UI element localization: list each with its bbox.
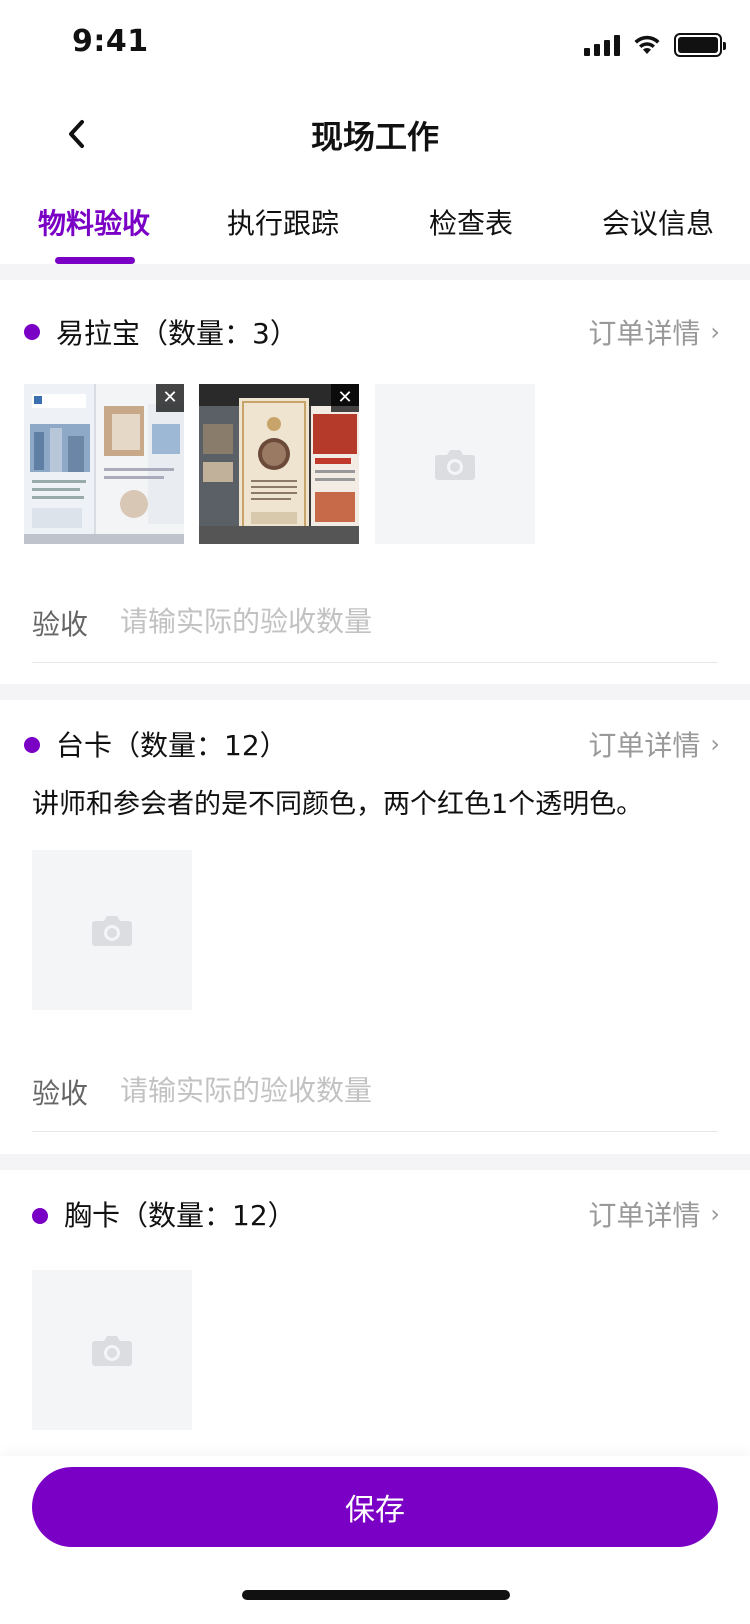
status-time: 9:41 [72,24,149,59]
add-photo-button[interactable] [375,384,535,544]
acceptance-label: 验收 [32,608,89,641]
delete-photo-button[interactable]: ✕ [331,384,359,412]
acceptance-row: 验收 [32,1052,718,1132]
page-title: 现场工作 [310,118,439,156]
tab-checklist[interactable]: 检查表 [429,202,513,242]
bullet-dot [32,1208,48,1224]
tab-meeting-info[interactable]: 会议信息 [602,202,714,242]
camera-icon [92,1336,132,1366]
acceptance-row: 验收 [32,583,718,663]
add-photo-button[interactable] [32,1270,192,1430]
section-header: 台卡（数量：12） 订单详情 › [0,720,750,768]
tab-bar: 物料验收 执行跟踪 检查表 会议信息 [0,190,750,264]
order-details-link[interactable]: 订单详情 › [588,724,720,764]
signal-icon [584,34,620,56]
section-rollup-banner: 易拉宝（数量：3） 订单详情 › ✕ ✕ 验收 请输实际的验收数量 [0,280,750,684]
battery-icon [674,33,726,57]
uploaded-photo[interactable]: ✕ [24,384,184,544]
uploaded-photo[interactable]: ✕ [199,384,359,544]
section-divider [0,684,750,700]
order-details-label: 订单详情 [588,729,701,762]
bullet-dot [24,324,40,340]
acceptance-quantity-input[interactable] [120,1064,680,1116]
status-icons [584,30,726,60]
chevron-right-icon: › [710,730,720,758]
tab-material-acceptance[interactable]: 物料验收 [38,202,150,242]
section-header: 易拉宝（数量：3） 订单详情 › [0,308,750,356]
section-title: 易拉宝（数量：3） [56,317,298,350]
active-tab-indicator [55,257,135,264]
tab-execution-tracking[interactable]: 执行跟踪 [227,202,339,242]
wifi-icon [634,35,660,54]
home-indicator [242,1590,510,1600]
delete-photo-button[interactable]: ✕ [156,384,184,412]
section-divider [0,264,750,280]
order-details-label: 订单详情 [588,1199,701,1232]
order-details-link[interactable]: 订单详情 › [588,312,720,352]
acceptance-label: 验收 [32,1077,89,1110]
section-title: 胸卡（数量：12） [64,1199,296,1232]
section-badge: 胸卡（数量：12） 订单详情 › [0,1170,750,1456]
camera-icon [435,450,475,480]
section-header: 胸卡（数量：12） 订单详情 › [0,1190,750,1238]
camera-icon [92,916,132,946]
item-note: 讲师和参会者的是不同颜色，两个红色1个透明色。 [32,789,644,820]
nav-bar: 现场工作 [0,90,750,178]
acceptance-quantity-input[interactable] [120,595,680,647]
order-details-label: 订单详情 [588,317,701,350]
chevron-right-icon: › [710,318,720,346]
status-bar: 9:41 [0,0,750,90]
bottom-action-bar: 保存 [0,1456,750,1624]
section-table-card: 台卡（数量：12） 订单详情 › 讲师和参会者的是不同颜色，两个红色1个透明色。… [0,700,750,1154]
order-details-link[interactable]: 订单详情 › [588,1194,720,1234]
chevron-right-icon: › [710,1200,720,1228]
add-photo-button[interactable] [32,850,192,1010]
section-divider [0,1154,750,1170]
section-title: 台卡（数量：12） [56,729,288,762]
save-button[interactable]: 保存 [32,1467,718,1547]
bullet-dot [24,737,40,753]
